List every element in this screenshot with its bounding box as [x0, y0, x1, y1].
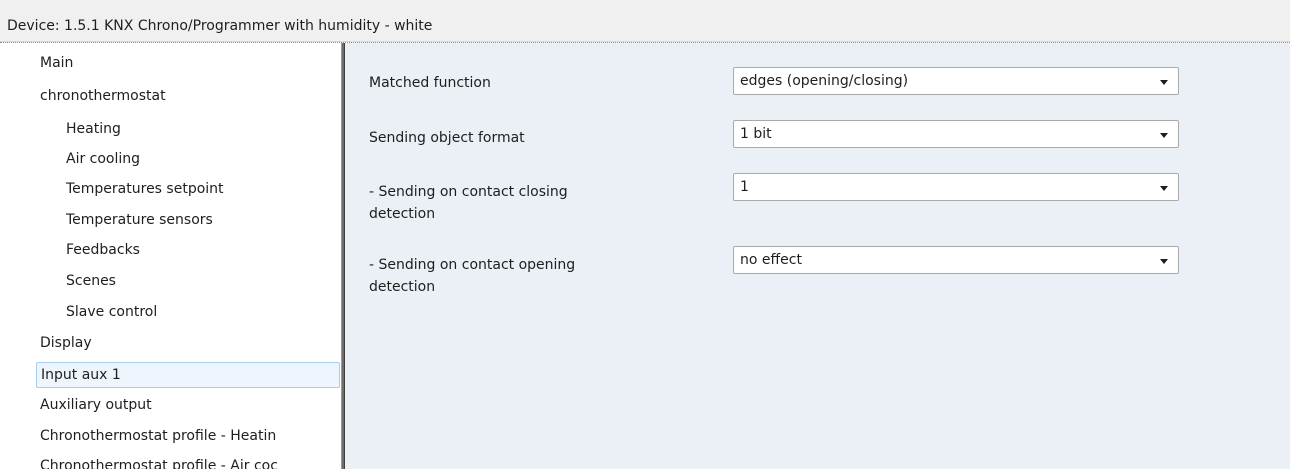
tree-item-feedbacks[interactable]: Feedbacks: [66, 238, 140, 262]
tree-item-air-cooling[interactable]: Air cooling: [66, 147, 140, 171]
param-label-matched-function: Matched function: [369, 75, 491, 91]
sending-object-format-dropdown[interactable]: 1 bit: [733, 120, 1179, 148]
tree-item-temperatures-setpoint[interactable]: Temperatures setpoint: [66, 177, 224, 201]
parameter-tree[interactable]: Main chronothermostat Heating Air coolin…: [0, 43, 341, 469]
tree-item-scenes[interactable]: Scenes: [66, 269, 116, 293]
chevron-down-icon: [1160, 259, 1168, 264]
parameter-panel: Matched function edges (opening/closing)…: [345, 43, 1290, 469]
tree-item-input-aux-1[interactable]: Input aux 1: [36, 362, 340, 388]
matched-function-value: edges (opening/closing): [740, 73, 909, 89]
tree-item-temperature-sensors[interactable]: Temperature sensors: [66, 208, 213, 232]
tree-item-heating[interactable]: Heating: [66, 117, 121, 141]
sending-object-format-value: 1 bit: [740, 126, 772, 142]
tree-item-chronothermostat-profile-air-cooling[interactable]: Chronothermostat profile - Air coc: [40, 454, 278, 469]
contact-opening-value: no effect: [740, 252, 802, 268]
contact-opening-dropdown[interactable]: no effect: [733, 246, 1179, 274]
param-label-contact-opening: - Sending on contact opening detection: [369, 257, 576, 295]
tree-item-display[interactable]: Display: [40, 331, 92, 355]
tree-item-main[interactable]: Main: [40, 51, 73, 75]
chevron-down-icon: [1160, 186, 1168, 191]
tree-item-auxiliary-output[interactable]: Auxiliary output: [40, 393, 152, 417]
tree-item-chronothermostat[interactable]: chronothermostat: [40, 84, 166, 108]
device-title: Device: 1.5.1 KNX Chrono/Programmer with…: [7, 18, 433, 34]
tree-item-chronothermostat-profile-heating[interactable]: Chronothermostat profile - Heatin: [40, 424, 276, 448]
matched-function-dropdown[interactable]: edges (opening/closing): [733, 67, 1179, 95]
contact-closing-dropdown[interactable]: 1: [733, 173, 1179, 201]
tree-item-slave-control[interactable]: Slave control: [66, 300, 157, 324]
chevron-down-icon: [1160, 133, 1168, 138]
param-label-sending-object-format: Sending object format: [369, 130, 525, 146]
contact-closing-value: 1: [740, 179, 749, 195]
chevron-down-icon: [1160, 80, 1168, 85]
param-label-contact-closing: - Sending on contact closing detection: [369, 184, 568, 222]
device-title-bar: Device: 1.5.1 KNX Chrono/Programmer with…: [0, 0, 1290, 42]
